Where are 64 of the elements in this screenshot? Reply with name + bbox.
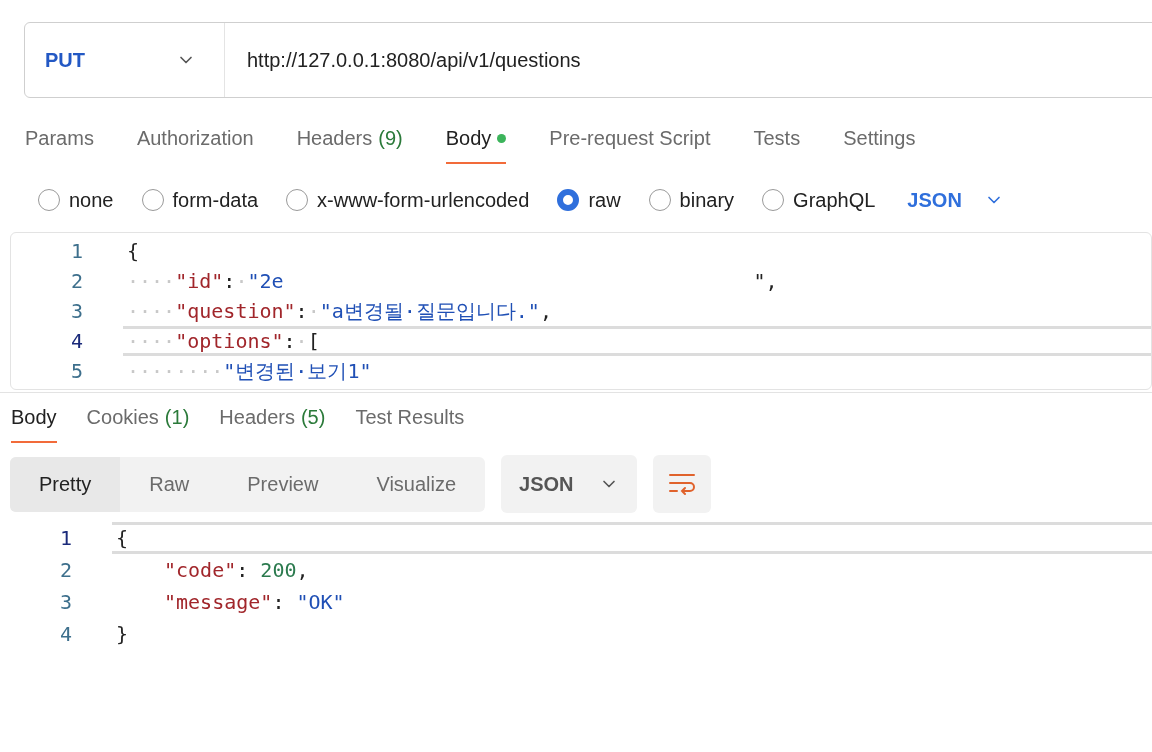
- code-token: ,: [539, 298, 552, 325]
- code-token: [: [307, 328, 320, 355]
- code-token: ····: [127, 268, 176, 295]
- code-token: :: [223, 268, 236, 295]
- code-token: :: [272, 589, 286, 616]
- code-token: "question": [175, 298, 296, 325]
- code-token: {: [127, 238, 140, 265]
- code-token: "2e: [247, 268, 284, 295]
- tab[interactable]: Settings: [843, 114, 916, 164]
- view-mode-tab[interactable]: Pretty: [10, 456, 121, 512]
- line-number: 1: [69, 238, 84, 265]
- radio-option[interactable]: binary: [648, 185, 735, 215]
- code-token: "code": [164, 557, 237, 584]
- tab[interactable]: Params: [25, 114, 94, 164]
- tab[interactable]: Cookies (1): [86, 393, 190, 443]
- code-token: ·: [295, 328, 308, 355]
- code-token: "message": [164, 589, 273, 616]
- view-mode-tab[interactable]: Raw: [120, 456, 219, 512]
- code-token: ····: [127, 298, 176, 325]
- tab[interactable]: Test Results: [355, 393, 465, 443]
- radio-option[interactable]: form-data: [141, 185, 259, 215]
- line-number: 4: [69, 328, 84, 355]
- radio-option[interactable]: none: [38, 185, 114, 215]
- tab[interactable]: Headers (5): [219, 393, 326, 443]
- tab[interactable]: Body: [11, 393, 57, 443]
- code-token: ",: [753, 268, 778, 295]
- line-number: 3: [58, 589, 73, 616]
- code-token: ·: [307, 298, 320, 325]
- radio-option[interactable]: x-www-form-urlencoded: [286, 185, 530, 215]
- line-number: 4: [58, 621, 73, 648]
- code-token: "options": [175, 328, 284, 355]
- code-token: {: [116, 525, 129, 552]
- radio-option[interactable]: GraphQL: [762, 185, 876, 215]
- code-token: :: [283, 328, 296, 355]
- line-number: 1: [58, 525, 73, 552]
- code-token: ········: [127, 358, 224, 385]
- radio-option[interactable]: raw: [557, 185, 621, 215]
- tab[interactable]: Headers (9): [296, 114, 403, 164]
- code-token: "id": [175, 268, 224, 295]
- code-token: "OK": [296, 589, 345, 616]
- response-format-dropdown[interactable]: JSON: [501, 455, 638, 513]
- line-number: 2: [69, 268, 84, 295]
- code-token: 200: [260, 557, 297, 584]
- code-token: :: [295, 298, 308, 325]
- line-number: 2: [58, 557, 73, 584]
- tab[interactable]: Pre-request Script: [549, 114, 711, 164]
- request-editor[interactable]: 1 { 2 ····"id":·"2e ", 3 ····"question":·"a변경될·질문입니다.", 4 ····"options":·[ 5 ········"변경된·보기1": [10, 232, 1152, 390]
- view-mode-tab[interactable]: Preview: [218, 456, 348, 512]
- line-number: 5: [69, 358, 84, 385]
- wrap-lines-icon: [668, 472, 697, 496]
- code-token: ,: [296, 557, 309, 584]
- code-token: "변경된·보기1": [223, 358, 372, 385]
- tab[interactable]: Tests: [753, 114, 801, 164]
- view-mode-tab[interactable]: Visualize: [347, 456, 486, 512]
- tab[interactable]: Body: [445, 114, 507, 164]
- code-token: }: [116, 621, 129, 648]
- line-number: 3: [69, 298, 84, 325]
- tab[interactable]: Authorization: [136, 114, 254, 164]
- wrap-lines-button[interactable]: [653, 455, 712, 513]
- code-token: ·: [235, 268, 248, 295]
- format-dropdown[interactable]: JSON: [907, 185, 1004, 215]
- code-token: ····: [127, 328, 176, 355]
- code-token: :: [236, 557, 250, 584]
- code-token: "a변경될·질문입니다.": [319, 298, 540, 325]
